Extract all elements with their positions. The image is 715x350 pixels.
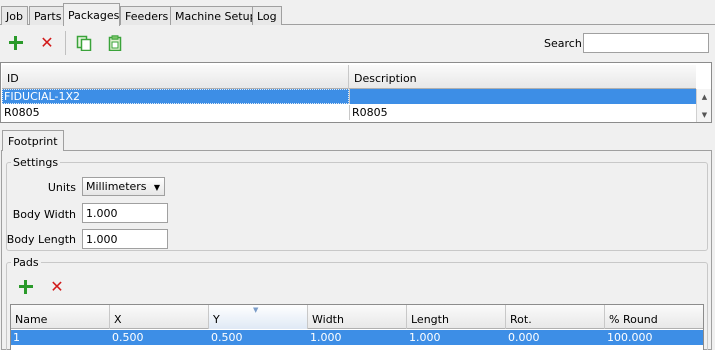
body-length-label: Body Length	[6, 233, 76, 246]
cell-length: 1.000	[409, 331, 441, 344]
column-header-name[interactable]: Name	[11, 305, 110, 329]
plus-icon	[9, 36, 23, 50]
units-value: Millimeters	[86, 180, 147, 193]
column-header-rot[interactable]: Rot.	[506, 305, 605, 329]
column-header-y-label: Y	[213, 313, 220, 326]
search-input[interactable]	[583, 33, 709, 53]
tab-parts[interactable]: Parts	[29, 6, 67, 25]
delete-pad-button[interactable]: ✕	[46, 276, 68, 298]
main-tab-strip: Job Parts Packages Feeders Machine Setup…	[0, 0, 715, 26]
body-width-field[interactable]: 1.000	[82, 203, 168, 223]
plus-icon	[19, 280, 33, 294]
cell-width: 1.000	[310, 331, 342, 344]
table-row[interactable]: FIDUCIAL-1X2	[2, 89, 696, 104]
cell-description	[349, 89, 696, 104]
cell-x: 0.500	[112, 331, 144, 344]
pads-table: Name X ▼ Y Width Length Rot. % Round 1 0…	[10, 304, 704, 350]
cell-rot: 0.000	[508, 331, 540, 344]
toolbar-separator	[65, 31, 66, 55]
pads-table-header: Name X ▼ Y Width Length Rot. % Round	[11, 305, 703, 329]
cell-description: R0805	[349, 105, 696, 120]
column-header-description[interactable]: Description	[349, 65, 696, 89]
settings-group-title: Settings	[11, 156, 61, 169]
body-length-field[interactable]: 1.000	[82, 229, 168, 249]
cell-id: FIDUCIAL-1X2	[2, 89, 349, 104]
column-header-x[interactable]: X	[110, 305, 209, 329]
cell-id: R0805	[4, 106, 40, 119]
column-header-round[interactable]: % Round	[605, 305, 703, 329]
packages-table: ID Description FIDUCIAL-1X2 R0805 R0805 …	[0, 62, 712, 123]
search-label: Search	[544, 37, 582, 50]
copy-icon	[76, 35, 92, 51]
scroll-down-icon[interactable]: ▼	[697, 109, 712, 121]
body-width-label: Body Width	[12, 208, 76, 221]
packages-table-header: ID Description	[2, 65, 696, 89]
sort-indicator-icon: ▼	[253, 306, 259, 314]
table-row[interactable]: R0805 R0805	[2, 105, 696, 120]
column-header-id[interactable]: ID	[2, 65, 349, 89]
table-row[interactable]: 1 0.500 0.500 1.000 1.000 0.000 100.000	[11, 330, 703, 345]
tab-job[interactable]: Job	[1, 6, 28, 25]
cell-round: 100.000	[607, 331, 653, 344]
scroll-up-icon[interactable]: ▲	[697, 91, 712, 103]
tab-machine-setup[interactable]: Machine Setup	[170, 6, 262, 25]
column-header-width[interactable]: Width	[308, 305, 407, 329]
tab-packages[interactable]: Packages	[63, 3, 120, 26]
column-header-length[interactable]: Length	[407, 305, 506, 329]
copy-button[interactable]	[73, 32, 95, 54]
cell-y: 0.500	[211, 331, 243, 344]
tab-footprint[interactable]: Footprint	[2, 130, 64, 151]
paste-icon	[108, 35, 122, 51]
chevron-down-icon: ▼	[153, 183, 160, 192]
x-icon: ✕	[40, 33, 54, 52]
units-select[interactable]: Millimeters ▼	[82, 177, 165, 196]
delete-package-button[interactable]: ✕	[36, 32, 58, 54]
column-header-y[interactable]: ▼ Y	[209, 305, 308, 329]
paste-button[interactable]	[104, 32, 126, 54]
pads-group-title: Pads	[11, 256, 41, 269]
packages-toolbar: ✕ Search	[0, 26, 715, 61]
tab-feeders[interactable]: Feeders	[120, 6, 174, 25]
add-pad-button[interactable]	[15, 276, 37, 298]
x-icon: ✕	[50, 277, 64, 296]
tab-log[interactable]: Log	[252, 6, 282, 25]
packages-scrollbar[interactable]: ▲ ▼	[696, 89, 711, 122]
units-label: Units	[47, 181, 76, 194]
add-package-button[interactable]	[5, 32, 27, 54]
cell-name: 1	[13, 331, 20, 344]
